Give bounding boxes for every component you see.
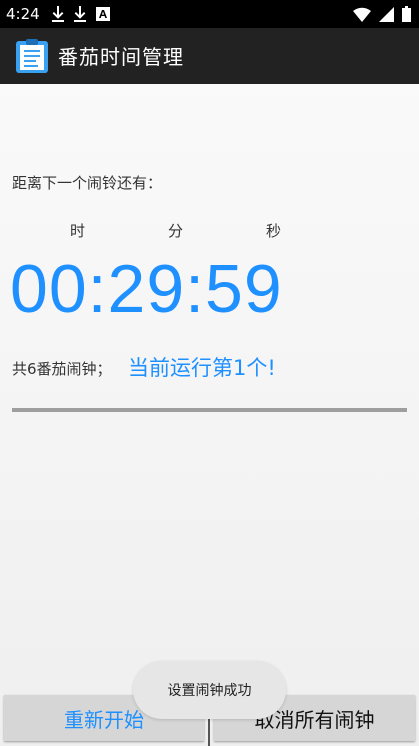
wifi-icon (353, 7, 371, 26)
current-running-text: 当前运行第1个! (128, 356, 276, 380)
countdown-display: 00:29:59 (10, 251, 283, 327)
total-alarms-text: 共6番茄闹钟； (12, 360, 112, 378)
download-icon (52, 6, 64, 26)
next-alarm-label: 距离下一个闹铃还有： (12, 174, 163, 192)
battery-icon (402, 6, 411, 26)
toast-message: 设置闹钟成功 (133, 661, 286, 719)
app-bar: 番茄时间管理 (0, 28, 419, 84)
hours-unit-label: 时 (70, 222, 86, 240)
download-icon (74, 6, 86, 26)
status-bar: 4:24 (0, 0, 419, 28)
app-title: 番茄时间管理 (58, 45, 184, 69)
signal-icon (379, 6, 394, 26)
text-a-icon (96, 6, 110, 26)
progress-bar (12, 408, 407, 412)
seconds-unit-label: 秒 (266, 222, 282, 240)
minutes-unit-label: 分 (168, 222, 184, 240)
status-time: 4:24 (6, 5, 40, 23)
clipboard-icon (14, 38, 50, 74)
